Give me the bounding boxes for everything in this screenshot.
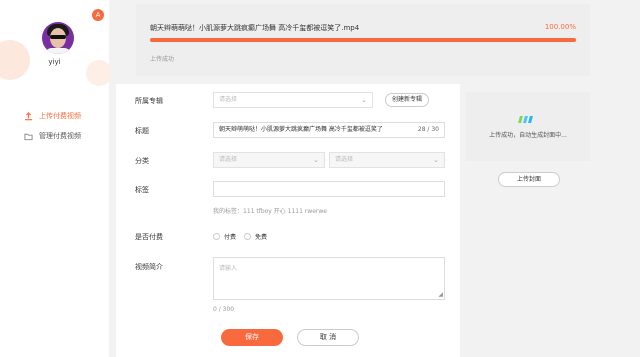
my-tags-hint: 我的标签：111 tfboy 开心 1111 rwerwe	[213, 208, 327, 215]
intro-char-count: 0 / 300	[213, 306, 235, 313]
sidebar-item-label: 管理付费视频	[39, 132, 81, 140]
file-name: 朝天辫萌萌哒！小肌源萝大跳疯癫广场舞 高冷千玺都被逗笑了.mp4	[150, 24, 360, 32]
radio-circle	[213, 233, 220, 240]
paid-label: 是否付费	[135, 233, 163, 241]
username: yiyi	[48, 58, 61, 66]
cover-preview: 上传成功，自动生成封面中...	[466, 92, 590, 161]
video-form: 所属专辑 请选择 ⌄ 创建新专辑 标题 朝天辫萌萌哒！小肌源萝大跳疯癫广场舞 高…	[116, 84, 460, 357]
chevron-down-icon: ⌄	[313, 156, 319, 164]
radio-paid-label: 付费	[224, 234, 237, 241]
upload-icon	[24, 111, 33, 121]
tags-input[interactable]	[213, 181, 445, 197]
sidebar-item-label: 上传付费视频	[39, 112, 81, 120]
category-select-secondary[interactable]: 请选择 ⌄	[329, 152, 445, 168]
sidebar: A yiyi 上传付费视频 管理付费视频	[0, 0, 112, 357]
sidebar-item-upload-paid-video[interactable]: 上传付费视频	[0, 106, 109, 126]
upload-status: 上传成功	[150, 56, 175, 63]
title-value: 朝天辫萌萌哒！小肌源萝大跳疯癫广场舞 高冷千玺都被逗笑了	[219, 126, 383, 133]
cover-status: 上传成功，自动生成封面中...	[489, 132, 567, 139]
title-char-count: 28 / 30	[417, 126, 439, 133]
radio-free-label: 免费	[255, 234, 268, 241]
create-album-button[interactable]: 创建新专辑	[385, 93, 429, 107]
category-select-primary[interactable]: 请选择 ⌄	[213, 152, 325, 168]
category-label: 分类	[135, 157, 149, 165]
upload-progress-panel: 朝天辫萌萌哒！小肌源萝大跳疯癫广场舞 高冷千玺都被逗笑了.mp4 100.00%…	[136, 4, 590, 76]
album-label: 所属专辑	[135, 97, 163, 105]
chevron-down-icon: ⌄	[361, 96, 367, 104]
loading-icon	[518, 116, 533, 123]
folder-icon	[24, 132, 33, 141]
save-button[interactable]: 保存	[221, 329, 283, 346]
sidebar-item-manage-paid-video[interactable]: 管理付费视频	[0, 126, 109, 146]
intro-label: 视频简介	[135, 263, 163, 271]
upload-cover-button[interactable]: 上传封面	[498, 172, 560, 187]
progress-fill	[150, 38, 576, 42]
resize-handle-icon[interactable]: ◢	[438, 292, 443, 298]
chevron-down-icon: ⌄	[433, 156, 439, 164]
tags-label: 标签	[135, 186, 149, 194]
title-input[interactable]: 朝天辫萌萌哒！小肌源萝大跳疯癫广场舞 高冷千玺都被逗笑了 28 / 30	[213, 122, 445, 138]
notification-badge-icon[interactable]: A	[92, 9, 104, 21]
category-secondary-placeholder: 请选择	[335, 156, 354, 163]
radio-circle	[244, 233, 251, 240]
cancel-button[interactable]: 取 消	[297, 329, 359, 346]
album-select[interactable]: 请选择 ⌄	[213, 92, 373, 108]
radio-free[interactable]: 免费	[244, 232, 267, 241]
category-primary-placeholder: 请选择	[219, 156, 238, 163]
sidebar-nav: 上传付费视频 管理付费视频	[0, 106, 109, 146]
title-label: 标题	[135, 127, 149, 135]
avatar[interactable]	[42, 22, 74, 54]
progress-bar	[150, 38, 576, 42]
radio-paid[interactable]: 付费	[213, 232, 236, 241]
upload-percent: 100.00%	[544, 23, 576, 31]
album-select-placeholder: 请选择	[219, 96, 238, 103]
intro-placeholder: 请输入	[219, 265, 238, 272]
intro-textarea[interactable]: 请输入 ◢	[213, 257, 445, 300]
